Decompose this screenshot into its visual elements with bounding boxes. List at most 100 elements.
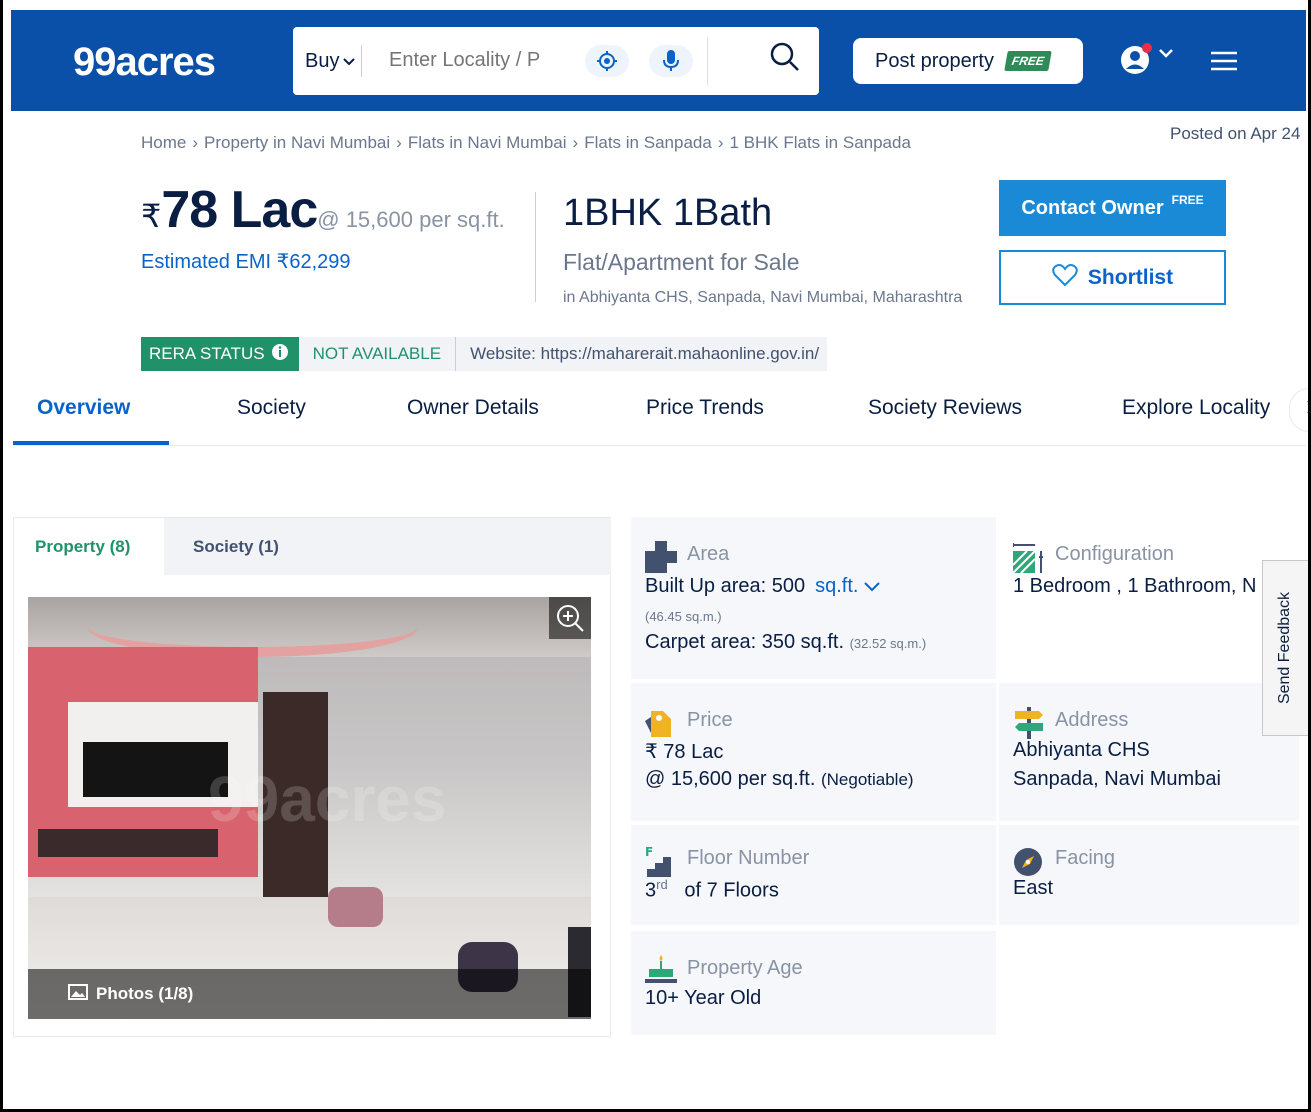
price-card: Price ₹ 78 Lac @ 15,600 per sq.ft. (Nego… [631, 683, 996, 821]
address-title: Address [1055, 709, 1129, 731]
carpet-area-sqm: (32.52 sq.m.) [849, 636, 927, 651]
built-up-area: Built Up area: 500 sq.ft. [645, 575, 880, 598]
rupee-symbol: ₹ [141, 198, 162, 234]
breadcrumb-1bhk-flats-in-sanpada[interactable]: 1 BHK Flats in Sanpada [729, 133, 910, 153]
photo-gallery: Property (8) Society (1) 99acres Photos … [13, 517, 611, 1037]
shortlist-label: Shortlist [1087, 265, 1174, 289]
active-tab-indicator [13, 441, 169, 445]
unit-label: sq.ft. [815, 575, 859, 597]
breadcrumb: Home › Property in Navi Mumbai › Flats in … [141, 133, 911, 153]
tab-property-photos[interactable]: Property (8) [14, 518, 164, 575]
post-property-label: Post property [875, 49, 994, 72]
floor-number: 3 [645, 879, 657, 902]
tab-owner-details[interactable]: Owner Details [407, 396, 539, 420]
facing-title: Facing [1055, 847, 1116, 869]
divider [707, 37, 708, 85]
unit-selector[interactable]: sq.ft. [815, 575, 880, 597]
price-amount: 78 Lac [161, 181, 318, 239]
built-up-area-sqm: (46.45 sq.m.) [645, 609, 722, 624]
shortlist-button[interactable]: Shortlist [999, 250, 1226, 305]
breadcrumb-flats-in-sanpada[interactable]: Flats in Sanpada [584, 133, 712, 153]
tab-explore-locality[interactable]: Explore Locality [1122, 396, 1270, 420]
floor-card: F Floor Number 3rd of 7 Floors [631, 825, 996, 925]
photo-tv [83, 742, 228, 797]
photo-bag [328, 887, 383, 927]
property-title: 1BHK 1Bath [563, 192, 773, 234]
negotiable-label: (Negotiable) [820, 770, 914, 789]
svg-text:F: F [645, 845, 653, 859]
chevron-down-icon [864, 582, 880, 592]
breadcrumb-separator: › [192, 133, 199, 152]
cake-icon [645, 955, 677, 990]
floor-value: 3rd of 7 Floors [645, 877, 779, 903]
property-age-title: Property Age [687, 957, 803, 979]
heart-icon [1052, 263, 1078, 293]
address-card: Address Abhiyanta CHS Sanpada, Navi Mumb… [999, 683, 1299, 821]
zoom-in-icon[interactable] [549, 597, 591, 639]
facing-card: Facing East [999, 825, 1299, 925]
area-title: Area [687, 543, 730, 565]
buy-label: Buy [305, 50, 340, 72]
section-tabs: Overview Society Owner Details Price Tre… [13, 388, 1308, 446]
tab-price-trends[interactable]: Price Trends [646, 396, 764, 420]
breadcrumb-property-in-navi-mumbai[interactable]: Property in Navi Mumbai [204, 133, 390, 153]
property-age-card: Property Age 10+ Year Old [631, 931, 996, 1035]
search-bar: Buy [293, 27, 819, 95]
area-icon [645, 541, 677, 578]
rera-status-bar: RERA STATUS NOT AVAILABLE Website: https… [141, 337, 828, 371]
configuration-card: Configuration 1 Bedroom , 1 Bathroom, N [999, 517, 1299, 679]
breadcrumb-home[interactable]: Home [141, 133, 186, 153]
address-line-1: Abhiyanta CHS [1013, 739, 1150, 761]
property-type: Flat/Apartment for Sale [563, 249, 800, 275]
area-card: Area Built Up area: 500 sq.ft. (46.45 sq.… [631, 517, 996, 679]
post-property-button[interactable]: Post property FREE [853, 38, 1083, 84]
top-navbar: 99acres Buy Post property FREE [11, 10, 1306, 111]
carpet-area-value: Carpet area: 350 sq.ft. [645, 631, 845, 653]
page: 99acres Buy Post property FREE [0, 0, 1311, 1112]
tab-society-photos[interactable]: Society (1) [172, 518, 279, 575]
search-icon[interactable] [769, 41, 801, 78]
microphone-icon[interactable] [649, 45, 693, 77]
price-title: Price [687, 709, 733, 731]
price: ₹78 Lac@ 15,600 per sq.ft. [141, 180, 505, 240]
rera-label-text: RERA STATUS [149, 344, 265, 363]
tab-society[interactable]: Society [237, 396, 306, 420]
info-icon[interactable] [271, 343, 289, 366]
property-address: in Abhiyanta CHS, Sanpada, Navi Mumbai, … [563, 289, 963, 306]
built-up-area-value: Built Up area: 500 [645, 575, 806, 597]
price-per-sqft-value: @ 15,600 per sq.ft. [645, 768, 816, 790]
estimated-emi-link[interactable]: Estimated EMI ₹62,299 [141, 249, 351, 274]
send-feedback-label: Send Feedback [1276, 591, 1294, 705]
image-icon [68, 983, 88, 1005]
price-per-sqft: @ 15,600 per sq.ft. [317, 207, 505, 232]
configuration-title: Configuration [1055, 543, 1174, 565]
tab-overview[interactable]: Overview [37, 396, 130, 420]
carpet-area: Carpet area: 350 sq.ft. (32.52 sq.m.) [645, 631, 926, 654]
chevron-down-icon [343, 55, 356, 69]
photos-count-bar[interactable]: Photos (1/8) [28, 969, 591, 1019]
contact-owner-button[interactable]: Contact Owner FREE [999, 180, 1226, 236]
logo[interactable]: 99acres [73, 40, 216, 85]
search-input[interactable] [389, 49, 569, 72]
property-age-value: 10+ Year Old [645, 987, 762, 1009]
price-per-sqft-detail: @ 15,600 per sq.ft. (Negotiable) [645, 768, 914, 791]
chevron-right-icon[interactable] [1289, 388, 1308, 432]
send-feedback-button[interactable]: Send Feedback [1262, 560, 1308, 736]
breadcrumb-separator: › [572, 133, 579, 152]
tab-society-reviews[interactable]: Society Reviews [868, 396, 1022, 420]
chevron-down-icon[interactable] [1159, 46, 1173, 64]
facing-value: East [1013, 877, 1054, 899]
property-photo[interactable]: 99acres Photos (1/8) [28, 597, 591, 1019]
hamburger-menu-icon[interactable] [1209, 50, 1239, 77]
location-icon[interactable] [585, 45, 629, 77]
total-floors: of 7 Floors [684, 879, 779, 902]
contact-owner-label: Contact Owner [1021, 196, 1164, 219]
divider [361, 45, 362, 77]
breadcrumb-flats-in-navi-mumbai[interactable]: Flats in Navi Mumbai [408, 133, 567, 153]
user-icon[interactable] [1119, 42, 1155, 81]
rera-website: Website: https://maharerait.mahaonline.g… [456, 337, 828, 371]
price-value: ₹ 78 Lac [645, 741, 724, 763]
configuration-value: 1 Bedroom , 1 Bathroom, N [1013, 575, 1257, 597]
breadcrumb-separator: › [396, 133, 402, 152]
buy-dropdown[interactable]: Buy [305, 50, 356, 73]
